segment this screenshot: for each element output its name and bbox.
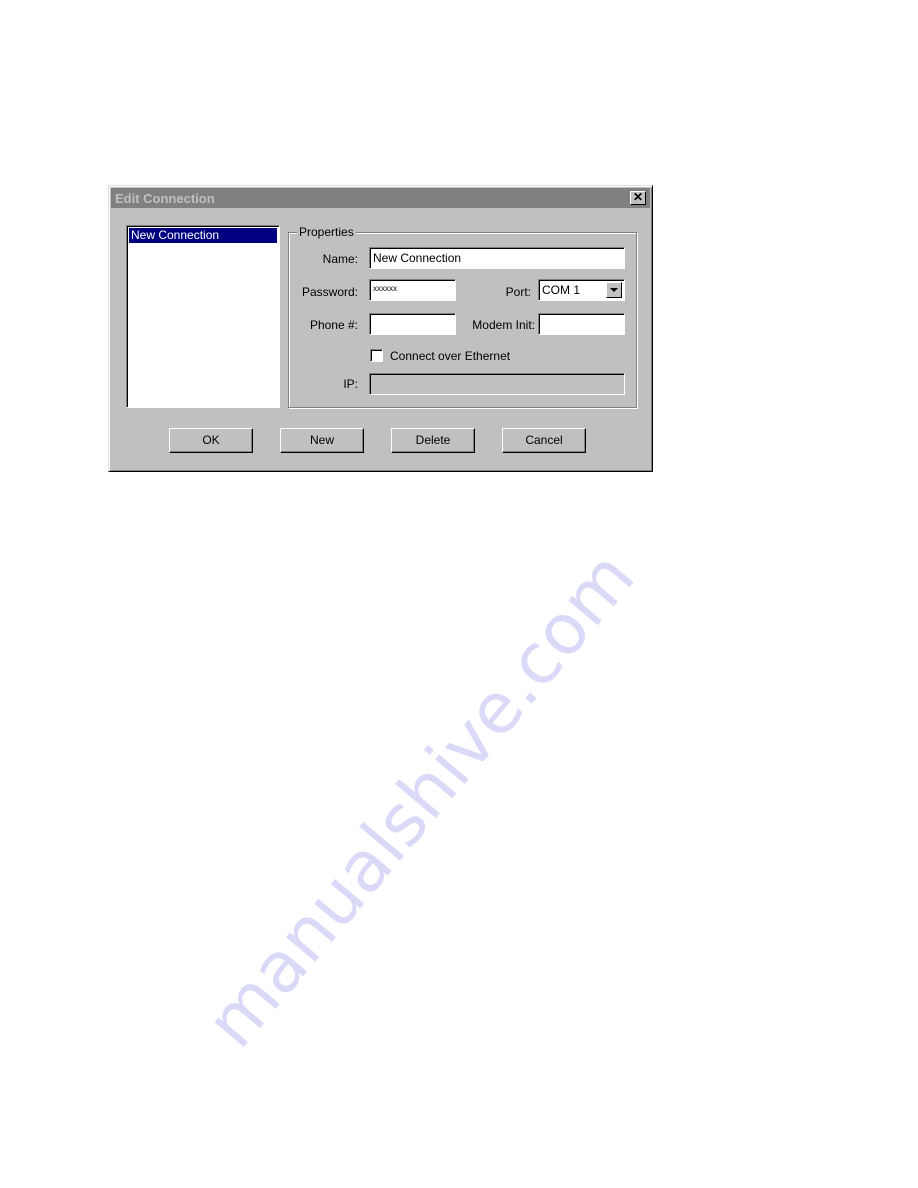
password-label: Password: [301,285,358,299]
chevron-down-icon[interactable] [606,282,622,298]
phone-field[interactable] [369,313,456,335]
port-value: COM 1 [542,283,581,297]
port-label: Port: [505,285,531,299]
modem-init-field[interactable] [538,313,625,335]
delete-button[interactable]: Delete [391,428,475,453]
title-bar[interactable]: Edit Connection ✕ [111,188,650,208]
edit-connection-dialog: Edit Connection ✕ New Connection Propert… [108,185,653,472]
dialog-title: Edit Connection [115,191,215,206]
name-field[interactable]: New Connection [369,247,625,269]
properties-group-label: Properties [297,225,356,239]
port-select[interactable]: COM 1 [538,279,625,301]
close-button[interactable]: ✕ [630,191,646,205]
phone-label: Phone #: [309,318,358,332]
ip-label: IP: [343,377,358,391]
modem-init-label: Modem Init: [472,318,535,332]
close-icon: ✕ [632,190,644,204]
new-button[interactable]: New [280,428,364,453]
ethernet-checkbox-label[interactable]: Connect over Ethernet [390,349,510,363]
name-label: Name: [322,252,358,266]
password-field[interactable]: xxxxxx [369,279,456,301]
ok-button[interactable]: OK [169,428,253,453]
cancel-button[interactable]: Cancel [502,428,586,453]
connections-listbox[interactable]: New Connection [126,225,280,408]
ip-field[interactable] [369,373,625,395]
watermark: manualshive.com [190,536,651,1063]
list-item[interactable]: New Connection [129,228,277,243]
ethernet-checkbox[interactable] [370,349,383,362]
